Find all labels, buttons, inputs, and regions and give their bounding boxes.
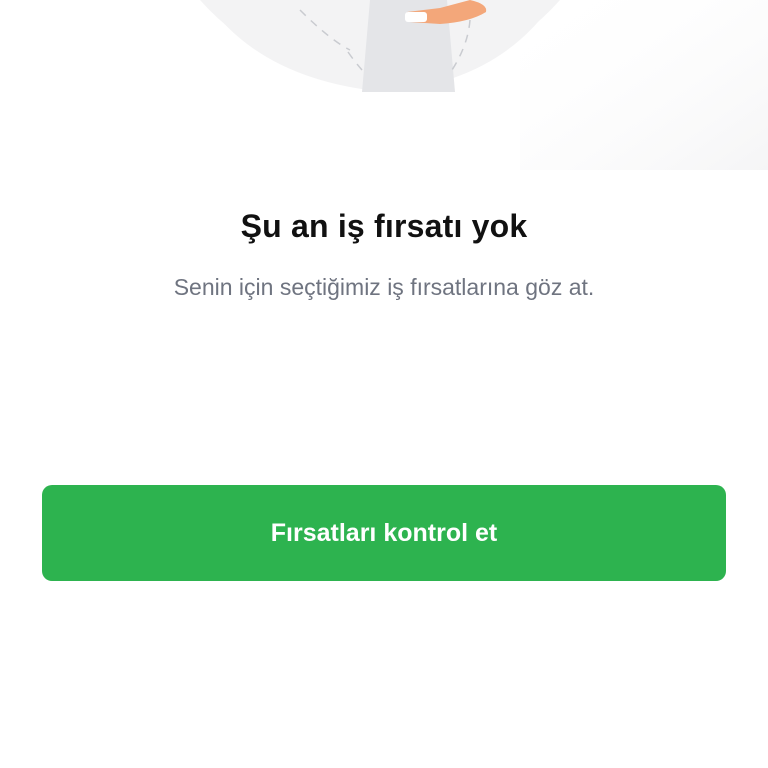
empty-state-subtitle: Senin için seçtiğimiz iş fırsatlarına gö… <box>173 274 595 300</box>
person-illustration-icon <box>200 0 768 170</box>
check-opportunities-button[interactable]: Fırsatları kontrol et <box>42 485 726 581</box>
page-title: Şu an iş fırsatı yok <box>240 208 528 244</box>
empty-state-screen: Şu an iş fırsatı yok Senin için seçtiğim… <box>0 0 768 768</box>
